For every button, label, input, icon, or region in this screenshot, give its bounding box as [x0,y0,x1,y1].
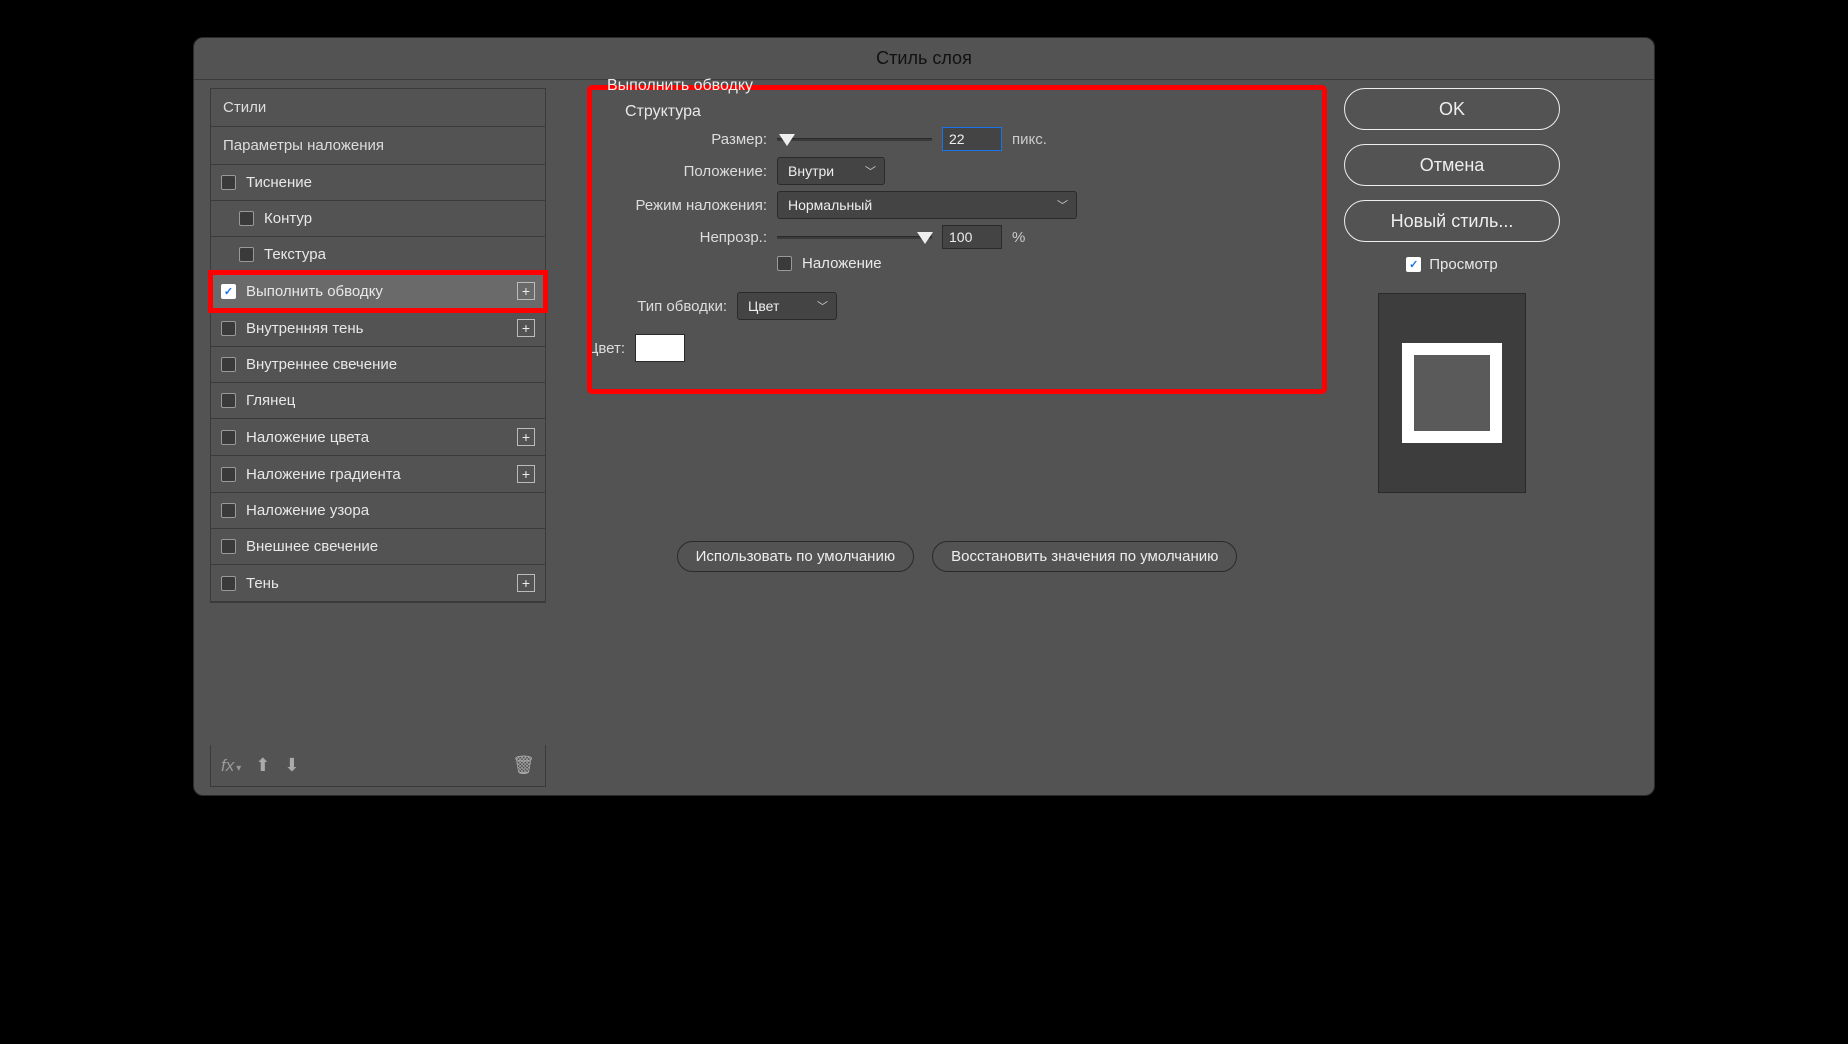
checkbox-icon[interactable] [239,247,254,262]
blend-mode-label: Режим наложения: [607,197,767,214]
sidebar-item-label: Наложение цвета [246,429,369,446]
default-buttons-row: Использовать по умолчанию Восстановить з… [590,541,1324,572]
add-effect-icon[interactable]: + [517,574,535,592]
position-select[interactable]: Внутри﹀ [777,157,885,185]
checkbox-icon[interactable] [221,321,236,336]
sidebar-item-label: Наложение узора [246,502,369,519]
settings-panel: Выполнить обводку Структура Размер: 22 п… [590,88,1324,787]
sidebar-item-label: Текстура [264,246,326,263]
move-up-icon[interactable]: ⬆ [255,755,270,776]
ok-button[interactable]: OK [1344,88,1560,130]
window-title: Стиль слоя [194,38,1654,80]
structure-heading: Структура [625,103,1307,121]
chevron-down-icon: ﹀ [1057,197,1068,213]
sidebar-item-label: Наложение градиента [246,466,401,483]
size-slider[interactable] [777,132,932,146]
reset-default-button[interactable]: Восстановить значения по умолчанию [932,541,1237,572]
size-unit: пикс. [1012,131,1047,148]
sidebar-item-pattern-overlay[interactable]: Наложение узора [211,493,545,529]
sidebar-item-texture[interactable]: Текстура [211,237,545,273]
preview-label: Просмотр [1429,256,1498,273]
checkbox-icon[interactable] [221,357,236,372]
fill-type-select[interactable]: Цвет﹀ [737,292,837,320]
preview-swatch [1402,343,1502,443]
blending-options-header[interactable]: Параметры наложения [211,127,545,165]
sidebar-item-label: Тиснение [246,174,312,191]
checkbox-icon[interactable] [221,393,236,408]
move-down-icon[interactable]: ⬇ [284,755,299,776]
checkbox-icon[interactable] [221,539,236,554]
checkbox-icon[interactable] [221,576,236,591]
color-swatch[interactable] [635,334,685,362]
sidebar-item-label: Внешнее свечение [246,538,378,555]
color-label: Цвет: [465,340,625,357]
add-effect-icon[interactable]: + [517,465,535,483]
style-preview [1378,293,1526,493]
opacity-unit: % [1012,229,1025,246]
stroke-fieldset: Выполнить обводку Структура Размер: 22 п… [590,88,1324,391]
opacity-input[interactable]: 100 [942,225,1002,249]
sidebar-item-outer-glow[interactable]: Внешнее свечение [211,529,545,565]
sidebar-item-bevel[interactable]: Тиснение [211,165,545,201]
make-default-button[interactable]: Использовать по умолчанию [677,541,914,572]
opacity-slider[interactable] [777,230,932,244]
sidebar-item-label: Глянец [246,392,295,409]
checkbox-icon[interactable] [239,211,254,226]
new-style-button[interactable]: Новый стиль... [1344,200,1560,242]
checkbox-icon[interactable] [1406,257,1421,272]
chevron-down-icon: ﹀ [865,163,876,179]
chevron-down-icon: ﹀ [817,298,828,314]
add-effect-icon[interactable]: + [517,282,535,300]
sidebar-item-drop-shadow[interactable]: Тень + [211,565,545,602]
blend-mode-select[interactable]: Нормальный﹀ [777,191,1077,219]
sidebar-toolbar: fx▾ ⬆ ⬇ 🗑 [210,745,546,787]
sidebar-item-color-overlay[interactable]: Наложение цвета + [211,419,545,456]
fill-type-label: Тип обводки: [567,298,727,315]
styles-sidebar: Стили Параметры наложения Тиснение Конту… [210,88,546,787]
styles-header[interactable]: Стили [211,89,545,127]
layer-style-dialog: Стиль слоя Стили Параметры наложения Тис… [193,37,1655,796]
cancel-button[interactable]: Отмена [1344,144,1560,186]
trash-icon[interactable]: 🗑 [512,755,535,776]
dialog-body: Стили Параметры наложения Тиснение Конту… [194,80,1654,795]
checkbox-icon[interactable] [221,503,236,518]
fieldset-legend: Выполнить обводку [601,77,759,95]
checkbox-icon[interactable] [221,175,236,190]
sidebar-item-satin[interactable]: Глянец [211,383,545,419]
position-label: Положение: [607,163,767,180]
checkbox-icon[interactable] [221,467,236,482]
sidebar-item-contour[interactable]: Контур [211,201,545,237]
sidebar-item-label: Внутреннее свечение [246,356,397,373]
size-label: Размер: [607,131,767,148]
sidebar-item-label: Контур [264,210,312,227]
preview-toggle[interactable]: Просмотр [1344,256,1560,273]
opacity-label: Непрозр.: [607,229,767,246]
main-area: Выполнить обводку Структура Размер: 22 п… [590,88,1646,787]
fx-menu-icon[interactable]: fx▾ [221,756,241,776]
size-input[interactable]: 22 [942,127,1002,151]
checkbox-icon[interactable] [221,430,236,445]
sidebar-item-label: Выполнить обводку [246,283,383,300]
sidebar-item-gradient-overlay[interactable]: Наложение градиента + [211,456,545,493]
overprint-label: Наложение [802,255,882,272]
sidebar-item-label: Тень [246,575,279,592]
dialog-buttons: OK Отмена Новый стиль... Просмотр [1344,88,1560,787]
add-effect-icon[interactable]: + [517,428,535,446]
overprint-checkbox[interactable] [777,256,792,271]
sidebar-item-label: Внутренняя тень [246,320,363,337]
checkbox-icon[interactable] [221,284,236,299]
sidebar-item-stroke[interactable]: Выполнить обводку + [211,273,545,310]
